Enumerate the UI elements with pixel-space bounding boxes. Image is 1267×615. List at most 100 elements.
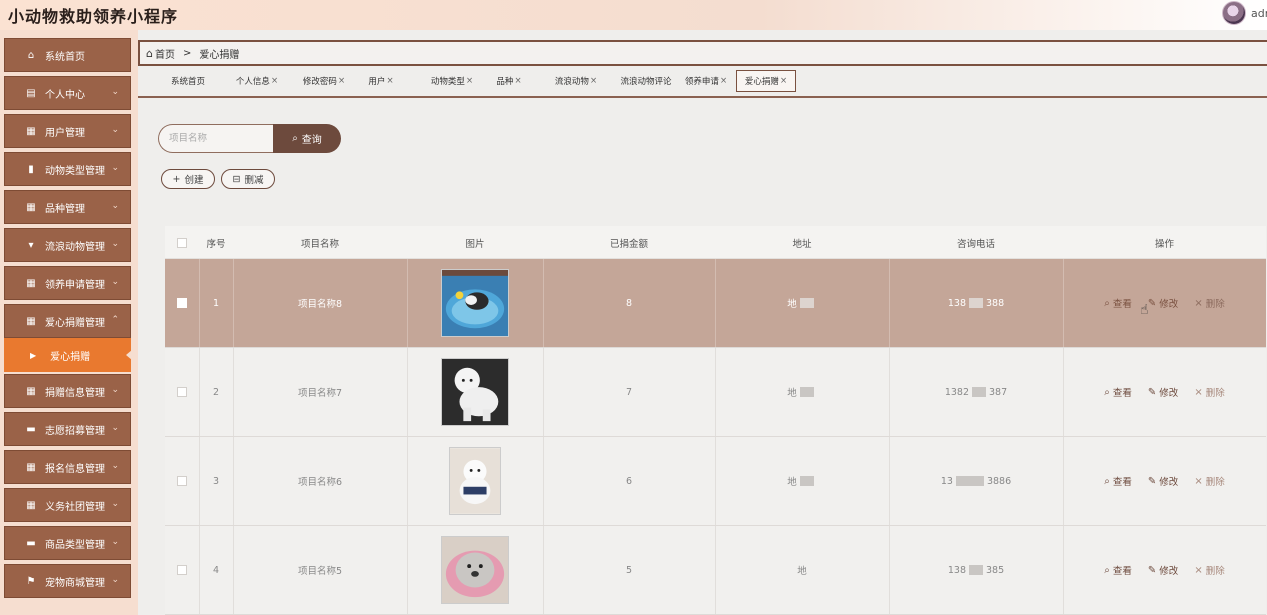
dog-in-pool-image[interactable] xyxy=(441,269,509,337)
close-icon[interactable]: × xyxy=(466,76,473,86)
row-address-cell: 地 xyxy=(715,526,889,614)
breadcrumb: ⌂ 首页 > 爱心捐赠 xyxy=(138,40,1267,66)
row-actions: ⌕ 查看 ✎ 修改 × 删除 xyxy=(1063,348,1266,436)
sidebar-item-registration[interactable]: ▦ 报名信息管理 ⌄ xyxy=(4,450,131,484)
tab-label: 领养申请 xyxy=(684,77,719,87)
sidebar-item-product-types[interactable]: ▬ 商品类型管理 ⌄ xyxy=(4,526,131,560)
row-image-cell xyxy=(407,437,543,525)
sidebar-item-animal-types[interactable]: ▮ 动物类型管理 ⌄ xyxy=(4,152,131,186)
grid-icon: ▦ xyxy=(26,201,36,213)
edit-button[interactable]: ✎ 修改 xyxy=(1148,385,1178,400)
tab-label: 品种 xyxy=(496,77,514,87)
user-name[interactable]: adm xyxy=(1251,7,1267,20)
row-image-cell xyxy=(407,259,543,347)
view-label: 查看 xyxy=(1112,477,1132,488)
table-header: 序号 项目名称 图片 已捐金额 地址 咨询电话 操作 xyxy=(165,226,1266,259)
search-button[interactable]: ⌕ 查询 xyxy=(273,124,341,153)
search-icon: ⌕ xyxy=(1104,475,1110,487)
sidebar-item-pet-shop[interactable]: ⚑ 宠物商城管理 ⌄ xyxy=(4,564,131,598)
delete-batch-button[interactable]: ⊟ 删减 xyxy=(221,169,275,189)
tab-animal-types[interactable]: 动物类型 × xyxy=(426,70,478,92)
tab-breeds[interactable]: 品种 × xyxy=(494,70,524,92)
breadcrumb-home[interactable]: 首页 xyxy=(155,46,175,61)
edit-button[interactable]: ✎ 修改 xyxy=(1148,474,1178,489)
home-icon[interactable]: ⌂ xyxy=(146,47,153,60)
sidebar-item-volunteer[interactable]: ▬ 志愿招募管理 ⌄ xyxy=(4,412,131,446)
sidebar-item-club[interactable]: ▦ 义务社团管理 ⌄ xyxy=(4,488,131,522)
delete-label: 删除 xyxy=(1205,388,1225,399)
row-actions: ⌕ 查看 ✎ 修改 × 删除 xyxy=(1063,259,1266,347)
close-icon[interactable]: × xyxy=(271,76,278,86)
row-checkbox[interactable] xyxy=(177,476,187,486)
search-icon: ⌕ xyxy=(1104,386,1110,398)
select-all-checkbox[interactable] xyxy=(173,226,191,259)
tab-password[interactable]: 修改密码 × xyxy=(298,70,350,92)
delete-label: 删除 xyxy=(1205,566,1225,577)
tab-adoption[interactable]: 领养申请 × xyxy=(684,70,728,92)
close-icon[interactable]: × xyxy=(780,76,787,86)
sidebar-subitem-donation[interactable]: ▶ 爱心捐赠 xyxy=(4,338,132,372)
sidebar-item-home[interactable]: ⌂ 系统首页 xyxy=(4,38,131,72)
app-title: 小动物救助领养小程序 xyxy=(8,7,179,26)
view-button[interactable]: ⌕ 查看 xyxy=(1104,474,1132,489)
sidebar-item-users[interactable]: ▦ 用户管理 ⌄ xyxy=(4,114,131,148)
sidebar-item-label: 领养申请管理 xyxy=(45,279,105,291)
close-icon[interactable]: × xyxy=(386,76,393,86)
sidebar-item-breeds[interactable]: ▦ 品种管理 ⌄ xyxy=(4,190,131,224)
sidebar-item-label: 商品类型管理 xyxy=(45,539,105,551)
user-avatar[interactable] xyxy=(1222,1,1246,25)
checkbox[interactable] xyxy=(177,237,187,248)
sidebar-item-label: 品种管理 xyxy=(45,203,85,215)
table-row[interactable]: 2 项目名称7 7 地 1382 387 ⌕ 查看 ✎ 修改 × 删除 xyxy=(165,348,1266,437)
close-icon[interactable]: × xyxy=(590,76,597,86)
tab-label: 动物类型 xyxy=(430,77,465,87)
delete-button[interactable]: × 删除 xyxy=(1194,474,1224,489)
header-name: 项目名称 xyxy=(300,238,339,250)
view-button[interactable]: ⌕ 查看 xyxy=(1104,385,1132,400)
dog-in-pink-bed-image[interactable] xyxy=(441,536,509,604)
close-icon: × xyxy=(1194,475,1203,487)
chevron-down-icon: ⌄ xyxy=(111,87,119,97)
edit-button[interactable]: ✎ 修改 xyxy=(1148,296,1178,311)
row-phone-suffix: 387 xyxy=(989,386,1008,398)
tab-stray-comments[interactable]: 流浪动物评论 xyxy=(619,70,673,92)
close-icon[interactable]: × xyxy=(338,76,345,86)
edit-button[interactable]: ✎ 修改 xyxy=(1148,563,1178,578)
chevron-down-icon: ⌄ xyxy=(111,423,119,433)
sidebar-item-label: 捐赠信息管理 xyxy=(45,387,105,399)
row-checkbox[interactable] xyxy=(177,387,187,397)
sidebar-item-label: 志愿招募管理 xyxy=(45,425,105,437)
tab-donation[interactable]: 爱心捐赠 × xyxy=(736,70,796,92)
close-icon[interactable]: × xyxy=(514,76,521,86)
sidebar-item-stray-animals[interactable]: ▾ 流浪动物管理 ⌄ xyxy=(4,228,131,262)
tab-stray-animals[interactable]: 流浪动物 × xyxy=(554,70,598,92)
tab-profile[interactable]: 个人信息 × xyxy=(232,70,282,92)
white-pomeranian-image[interactable] xyxy=(449,447,501,515)
delete-button[interactable]: × 删除 xyxy=(1194,296,1224,311)
white-poodle-image[interactable] xyxy=(441,358,509,426)
sidebar-item-donation[interactable]: ▦ 爱心捐赠管理 ⌃ xyxy=(4,304,131,338)
tab-users[interactable]: 用户 × xyxy=(366,70,396,92)
row-checkbox[interactable] xyxy=(177,565,187,575)
row-address: 地 xyxy=(787,388,797,399)
view-label: 查看 xyxy=(1112,566,1132,577)
grid-icon: ▦ xyxy=(26,499,36,511)
row-checkbox[interactable] xyxy=(177,298,187,308)
table-row[interactable]: 1 项目名称8 8 地 138 388 ⌕ 查看 ✎ 修改 × 删除 xyxy=(165,259,1266,348)
sidebar-item-donation-info[interactable]: ▦ 捐赠信息管理 ⌄ xyxy=(4,374,131,408)
view-button[interactable]: ⌕ 查看 xyxy=(1104,296,1132,311)
tab-home[interactable]: 系统首页 xyxy=(168,70,208,92)
header-index: 序号 xyxy=(206,238,226,250)
close-icon[interactable]: × xyxy=(720,76,727,86)
table-row[interactable]: 3 项目名称6 6 地 13 3886 ⌕ 查看 ✎ 修改 × 删除 xyxy=(165,437,1266,526)
sidebar-item-adoption[interactable]: ▦ 领养申请管理 ⌄ xyxy=(4,266,131,300)
delete-button[interactable]: × 删除 xyxy=(1194,563,1225,578)
table-row[interactable]: 4 项目名称5 5 地 138 385 ⌕ 查看 ✎ 修改 × 删除 xyxy=(165,526,1266,615)
row-address: 地 xyxy=(787,299,797,310)
delete-button[interactable]: × 删除 xyxy=(1194,385,1225,400)
create-button[interactable]: + 创建 xyxy=(161,169,215,189)
search-input[interactable]: 项目名称 xyxy=(158,124,274,153)
sidebar-item-personal[interactable]: ▤ 个人中心 ⌄ xyxy=(4,76,131,110)
view-label: 查看 xyxy=(1112,299,1132,310)
view-button[interactable]: ⌕ 查看 xyxy=(1104,563,1132,578)
